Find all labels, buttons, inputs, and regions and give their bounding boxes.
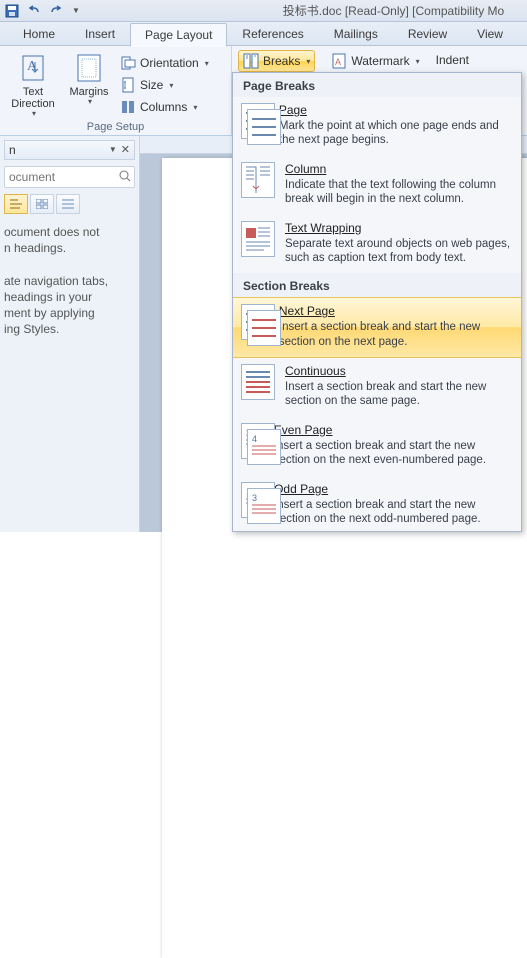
margins-button[interactable]: Margins ▾ xyxy=(62,50,116,121)
menu-item-title: Even Page xyxy=(274,423,511,437)
tab-home[interactable]: Home xyxy=(8,22,70,46)
columns-label: Columns xyxy=(140,100,187,114)
indent-label: Indent xyxy=(436,50,469,67)
menu-item-desc: Insert a section break and start the new… xyxy=(279,320,511,349)
nav-pane-title: n xyxy=(9,140,16,160)
nav-search-input[interactable] xyxy=(4,166,135,188)
menu-item-desc: Insert a section break and start the new… xyxy=(285,380,511,409)
chevron-down-icon: ▾ xyxy=(169,81,173,90)
nav-message-1: ocument does not n headings. xyxy=(4,224,135,256)
tab-mailings[interactable]: Mailings xyxy=(319,22,393,46)
orientation-label: Orientation xyxy=(140,56,199,70)
group-page-setup: A Text Direction ▾ Margins ▾ Orientation… xyxy=(0,46,232,135)
menu-header-page-breaks: Page Breaks xyxy=(233,73,521,97)
breaks-icon xyxy=(243,53,259,69)
chevron-down-icon: ▾ xyxy=(306,57,310,66)
nav-message-2: ate navigation tabs, headings in your me… xyxy=(4,273,135,338)
title-bar: ▼ 投标书.doc [Read-Only] [Compatibility Mo xyxy=(0,0,527,22)
menu-item-next-page[interactable]: Next Page Insert a section break and sta… xyxy=(233,297,521,358)
menu-item-title: Odd Page xyxy=(274,482,511,496)
menu-item-odd-page[interactable]: 1 3 Odd Page Insert a section break and … xyxy=(233,476,521,533)
nav-pane-header: n ▼ ✕ xyxy=(4,140,135,160)
chevron-down-icon: ▾ xyxy=(205,59,209,68)
menu-item-title: Continuous xyxy=(285,364,511,378)
nav-view-results[interactable] xyxy=(56,194,80,214)
menu-item-even-page[interactable]: 2 4 Even Page Insert a section break and… xyxy=(233,417,521,476)
menu-item-desc: Indicate that the text following the col… xyxy=(285,178,511,207)
quick-access-toolbar: ▼ xyxy=(0,0,80,22)
nav-view-headings[interactable] xyxy=(4,194,28,214)
menu-item-column[interactable]: Column Indicate that the text following … xyxy=(233,156,521,215)
menu-item-title: Next Page xyxy=(279,304,511,318)
page-setup-label: Page Setup xyxy=(0,121,231,133)
menu-item-desc: Separate text around objects on web page… xyxy=(285,237,511,266)
size-button[interactable]: Size ▾ xyxy=(118,74,211,96)
orientation-icon xyxy=(120,55,136,71)
nav-view-pages[interactable] xyxy=(30,194,54,214)
chevron-down-icon[interactable]: ▼ xyxy=(109,140,117,160)
document-title: 投标书.doc [Read-Only] [Compatibility Mo xyxy=(23,0,504,22)
margins-icon xyxy=(73,52,105,84)
tab-review[interactable]: Review xyxy=(393,22,462,46)
orientation-button[interactable]: Orientation ▾ xyxy=(118,52,211,74)
watermark-label: Watermark xyxy=(351,54,409,68)
search-icon[interactable] xyxy=(119,170,131,182)
size-label: Size xyxy=(140,78,163,92)
menu-item-desc: Mark the point at which one page ends an… xyxy=(279,119,511,148)
menu-item-title: Page xyxy=(279,103,511,117)
columns-icon xyxy=(120,99,136,115)
tab-references[interactable]: References xyxy=(227,22,318,46)
text-direction-icon: A xyxy=(17,52,49,84)
nav-view-buttons xyxy=(4,194,135,214)
breaks-label: Breaks xyxy=(263,54,300,68)
menu-item-desc: Insert a section break and start the new… xyxy=(274,439,511,468)
breaks-button[interactable]: Breaks ▾ xyxy=(238,50,315,72)
undo-icon[interactable] xyxy=(26,3,42,19)
close-icon[interactable]: ✕ xyxy=(121,140,130,160)
columns-button[interactable]: Columns ▾ xyxy=(118,96,211,118)
watermark-icon: A xyxy=(331,53,347,69)
redo-icon[interactable] xyxy=(48,3,64,19)
ribbon-tabs: Home Insert Page Layout References Maili… xyxy=(0,22,527,46)
menu-item-continuous[interactable]: Continuous Insert a section break and st… xyxy=(233,358,521,417)
text-direction-label: Text Direction xyxy=(11,86,54,110)
menu-header-section-breaks: Section Breaks xyxy=(233,273,521,297)
breaks-menu: Page Breaks Page Mark the point at which… xyxy=(232,72,522,532)
size-icon xyxy=(120,77,136,93)
text-direction-button[interactable]: A Text Direction ▾ xyxy=(6,50,60,121)
chevron-down-icon: ▾ xyxy=(88,98,92,107)
tab-insert[interactable]: Insert xyxy=(70,22,130,46)
svg-text:3: 3 xyxy=(252,493,257,503)
chevron-down-icon: ▾ xyxy=(193,103,197,112)
watermark-button[interactable]: A Watermark ▾ xyxy=(329,50,421,72)
menu-item-title: Text Wrapping xyxy=(285,221,511,235)
menu-item-title: Column xyxy=(285,162,511,176)
chevron-down-icon: ▾ xyxy=(416,57,420,66)
chevron-down-icon: ▾ xyxy=(32,110,36,119)
menu-item-desc: Insert a section break and start the new… xyxy=(274,498,511,527)
save-icon[interactable] xyxy=(4,3,20,19)
svg-text:A: A xyxy=(27,59,38,74)
tab-page-layout[interactable]: Page Layout xyxy=(130,23,227,47)
svg-text:4: 4 xyxy=(252,434,257,444)
qat-dropdown-icon[interactable]: ▼ xyxy=(72,0,80,22)
svg-text:A: A xyxy=(335,57,341,67)
tab-view[interactable]: View xyxy=(462,22,518,46)
navigation-pane: n ▼ ✕ ocument does not n headings. ate n… xyxy=(0,136,140,532)
menu-item-page[interactable]: Page Mark the point at which one page en… xyxy=(233,97,521,156)
menu-item-text-wrapping[interactable]: Text Wrapping Separate text around objec… xyxy=(233,215,521,274)
